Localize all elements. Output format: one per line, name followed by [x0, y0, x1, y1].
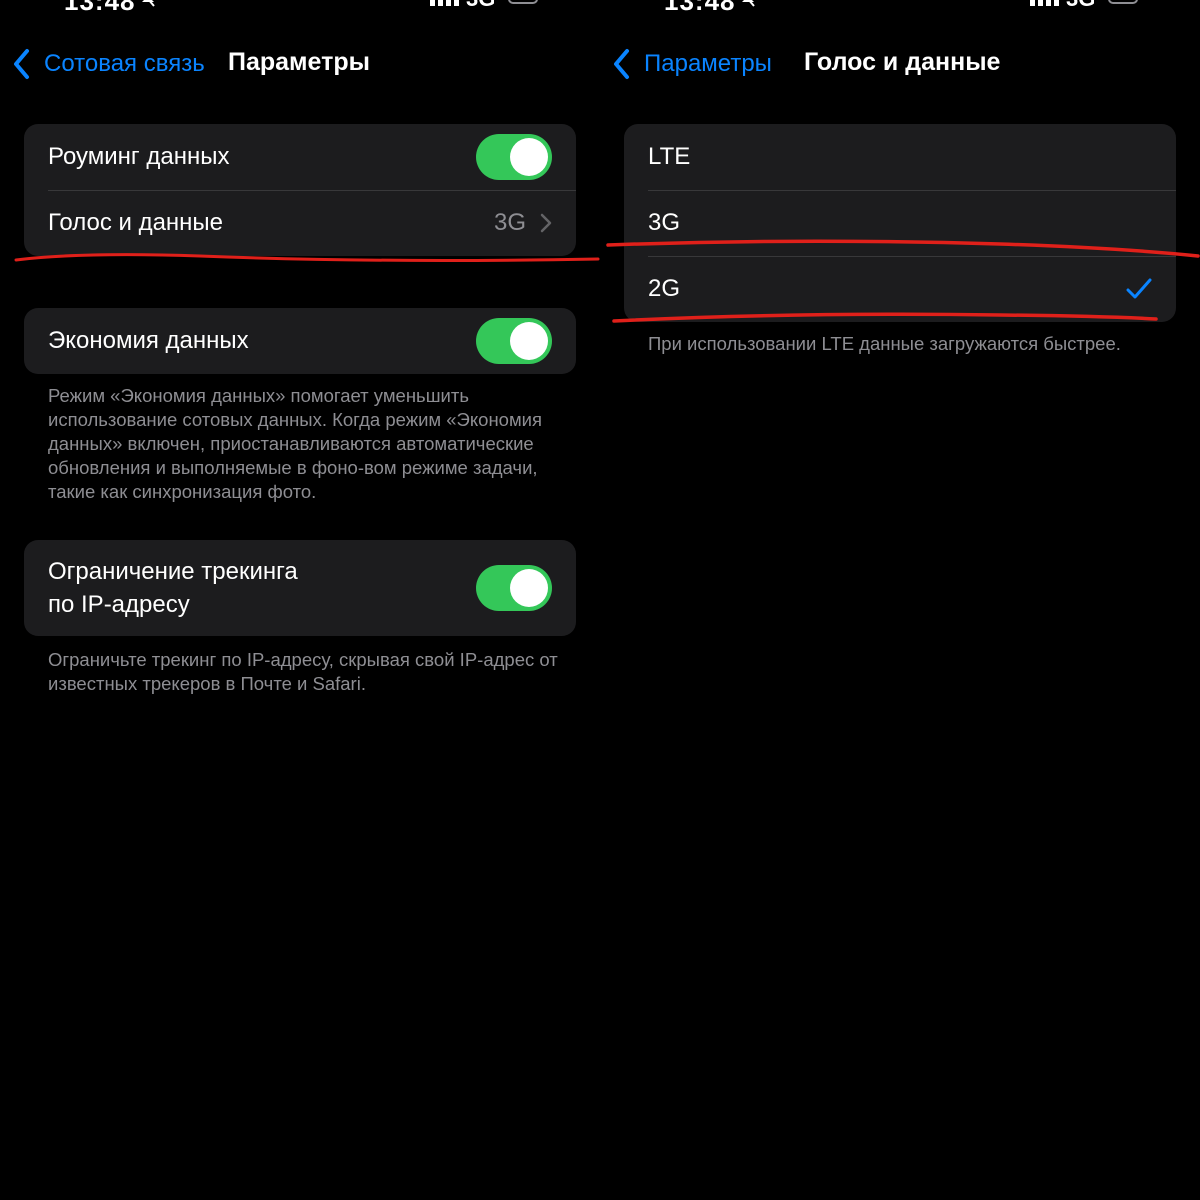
option-label: 2G	[648, 275, 681, 302]
back-button[interactable]: Параметры	[610, 46, 772, 82]
signal-icon	[430, 0, 459, 6]
option-2g[interactable]: 2G	[624, 256, 1176, 322]
status-time: 13:48	[64, 0, 136, 16]
voice-data-value: 3G	[493, 209, 526, 236]
battery-icon	[1108, 0, 1138, 4]
chevron-left-icon	[614, 49, 629, 79]
network-type: 3G	[466, 0, 495, 12]
checkmark-icon	[1126, 278, 1152, 299]
ip-tracking-label-line2: по IP-адресу	[48, 591, 190, 618]
option-lte[interactable]: LTE	[624, 124, 1176, 190]
data-saver-group: Экономия данных	[24, 308, 576, 374]
roaming-voice-group: Роуминг данных Голос и данные 3G	[24, 124, 576, 256]
option-3g[interactable]: 3G	[624, 190, 1176, 256]
network-type: 3G	[1066, 0, 1095, 12]
back-button[interactable]: Сотовая связь	[10, 46, 205, 82]
signal-icon	[1030, 0, 1059, 6]
ip-tracking-label-line1: Ограничение трекинга	[48, 558, 298, 585]
ip-tracking-row: Ограничение трекинга по IP-адресу	[24, 540, 576, 636]
back-button-label: Сотовая связь	[44, 50, 205, 77]
network-footnote: При использовании LTE данные загружаются…	[648, 333, 1121, 354]
voice-data-screen: 13:48 3G Параметры Голос и данные LTE 3G…	[600, 0, 1200, 1200]
data-saver-row: Экономия данных	[24, 308, 576, 374]
page-title: Голос и данные	[804, 48, 1001, 76]
status-time: 13:48	[664, 0, 736, 16]
data-roaming-toggle[interactable]	[476, 134, 552, 180]
back-button-label: Параметры	[644, 50, 772, 77]
data-roaming-row: Роуминг данных	[24, 124, 576, 190]
data-saver-footnote: Режим «Экономия данных» помогает уменьши…	[48, 385, 543, 502]
option-label: 3G	[648, 209, 681, 236]
battery-icon	[508, 0, 538, 4]
chevron-left-icon	[14, 49, 29, 79]
option-label: LTE	[648, 143, 691, 170]
data-saver-toggle[interactable]	[476, 318, 552, 364]
muted-bell-icon	[142, 0, 155, 7]
page-title: Параметры	[228, 48, 370, 76]
voice-data-label: Голос и данные	[48, 209, 224, 236]
data-saver-label: Экономия данных	[48, 327, 249, 354]
chevron-right-icon	[540, 213, 552, 233]
ip-tracking-toggle[interactable]	[476, 565, 552, 611]
data-roaming-label: Роуминг данных	[48, 143, 230, 170]
voice-data-row[interactable]: Голос и данные 3G	[24, 190, 576, 256]
ip-tracking-group: Ограничение трекинга по IP-адресу	[24, 540, 576, 636]
ip-tracking-label: Ограничение трекинга по IP-адресу	[48, 555, 476, 621]
muted-bell-icon	[742, 0, 755, 7]
settings-parameters-screen: 13:48 3G Сотовая связь Параметры Роуминг…	[0, 0, 600, 1200]
ip-tracking-footnote: Ограничьте трекинг по IP-адресу, скрывая…	[48, 649, 558, 694]
network-options-group: LTE 3G 2G	[624, 124, 1176, 322]
